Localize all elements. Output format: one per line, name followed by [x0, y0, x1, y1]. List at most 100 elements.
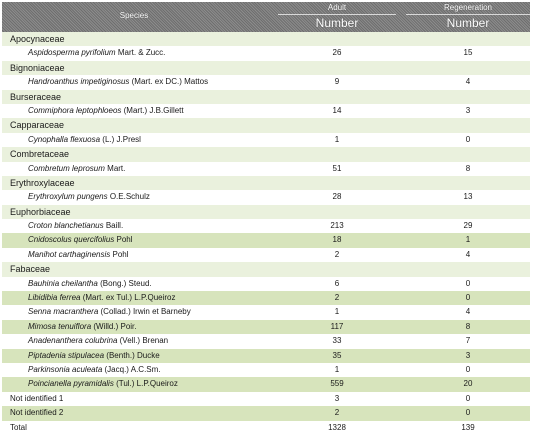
header-divider-adult [278, 14, 396, 15]
regeneration-count: 0 [465, 393, 471, 403]
table-row: Mimosa tenuiflora (Willd.) Poir. 117 8 [2, 319, 530, 335]
adult-count: 33 [332, 336, 342, 346]
species-name: Total [10, 422, 27, 432]
family-row: Combretaceae [2, 147, 530, 162]
table-row: Poincianella pyramidalis (Tul.) L.P.Quei… [2, 377, 530, 392]
author-name: O.E.Schulz [109, 192, 150, 202]
adult-count: 213 [330, 221, 344, 231]
scientific-name: Poincianella pyramidalis [28, 379, 114, 389]
family-name: Apocynaceae [10, 34, 65, 44]
species-name: Poincianella pyramidalis (Tul.) L.P.Quei… [28, 377, 178, 391]
regeneration-count: 0 [465, 134, 471, 144]
author-name: (L.) J.Presl [102, 134, 141, 144]
regeneration-count: 29 [463, 221, 473, 231]
regeneration-count: 13 [463, 192, 473, 202]
author-name: (Mart.) J.B.Gillett [123, 105, 184, 115]
adult-count: 2 [334, 249, 340, 259]
table-row: Senna macranthera (Collad.) Irwin et Bar… [2, 305, 530, 319]
adult-count: 117 [330, 321, 344, 331]
regeneration-count: 8 [465, 163, 471, 173]
adult-count: 35 [332, 350, 342, 360]
species-name: Piptadenia stipulacea (Benth.) Ducke [28, 349, 160, 363]
header-species: Species [119, 11, 149, 20]
regeneration-count: 0 [465, 293, 471, 303]
species-name: Parkinsonia aculeata (Jacq.) A.C.Sm. [28, 363, 161, 377]
family-row: Bignoniaceae [2, 60, 530, 76]
family-name: Burseraceae [10, 91, 62, 102]
author-name: (Mart. ex DC.) Mattos [131, 77, 209, 87]
family-row: Burseraceae [2, 89, 530, 104]
family-row: Erythroxylaceae [2, 175, 530, 191]
table-row: Not identified 2 2 0 [2, 406, 530, 421]
adult-count: 51 [332, 163, 342, 173]
adult-count: 2 [334, 293, 340, 303]
header-adult: Adult [327, 3, 347, 12]
table-row: Not identified 1 3 0 [2, 392, 530, 406]
table-body: Apocynaceae Aspidosperma pyrifolium Mart.… [2, 32, 530, 435]
table-row: Cnidoscolus quercifolius Pohl 18 1 [2, 233, 530, 248]
species-name: Not identified 2 [10, 408, 64, 418]
scientific-name: Anadenanthera colubrina [28, 336, 118, 346]
regeneration-count: 4 [465, 249, 471, 259]
species-name: Anadenanthera colubrina (Vell.) Brenan [28, 334, 168, 348]
adult-count: 14 [332, 105, 342, 115]
table-header: Species Adult Regeneration Number Number [2, 2, 530, 32]
adult-count: 6 [334, 278, 340, 288]
adult-count: 3 [334, 393, 340, 403]
family-name: Erythroxylaceae [10, 177, 75, 188]
scientific-name: Parkinsonia aculeata [28, 364, 103, 374]
regeneration-count: 20 [463, 379, 473, 389]
author-name: (Willd.) Poir. [93, 321, 137, 331]
family-row: Fabaceae [2, 262, 530, 277]
adult-count: 9 [334, 77, 340, 87]
regeneration-count: 3 [465, 350, 471, 360]
adult-count: 1 [334, 364, 340, 374]
scientific-name: Combretum leprosum [28, 163, 105, 173]
table-row: Total 1328 139 [2, 421, 530, 435]
regeneration-count: 3 [465, 105, 471, 115]
author-name: Baill. [105, 221, 124, 231]
species-name: Erythroxylum pungens O.E.Schulz [28, 190, 150, 204]
species-table: Species Adult Regeneration Number Number… [2, 2, 530, 435]
family-row: Euphorbiaceae [2, 204, 530, 220]
table-row: Libidibia ferrea (Mart. ex Tul.) L.P.Que… [2, 291, 530, 306]
species-name: Cnidoscolus quercifolius Pohl [28, 233, 133, 247]
regeneration-count: 0 [465, 278, 471, 288]
table-row: Erythroxylum pungens O.E.Schulz 28 13 [2, 190, 530, 204]
species-name: Aspidosperma pyrifolium Mart. & Zucc. [28, 46, 165, 60]
species-name: Libidibia ferrea (Mart. ex Tul.) L.P.Que… [28, 291, 176, 305]
family-name: Combretaceae [10, 149, 70, 160]
scientific-name: Croton blanchetianus [28, 221, 104, 231]
table-row: Bauhinia cheilantha (Bong.) Steud. 6 0 [2, 277, 530, 291]
author-name: (Benth.) Ducke [106, 350, 160, 360]
species-name: Not identified 1 [10, 393, 64, 403]
species-name: Bauhinia cheilantha (Bong.) Steud. [28, 277, 152, 291]
regeneration-count: 1 [465, 235, 471, 245]
regeneration-count: 8 [465, 321, 471, 331]
table-row: Piptadenia stipulacea (Benth.) Ducke 35 3 [2, 348, 530, 363]
species-name: Manihot carthaginensis Pohl [28, 248, 129, 262]
adult-count: 26 [332, 48, 342, 58]
scientific-name: Erythroxylum pungens [28, 192, 108, 202]
scientific-name: Mimosa tenuiflora [28, 321, 92, 331]
regeneration-count: 4 [465, 307, 471, 317]
table-row: Aspidosperma pyrifolium Mart. & Zucc. 26 1… [2, 46, 530, 60]
author-name: (Bong.) Steud. [100, 278, 152, 288]
species-name: Croton blanchetianus Baill. [28, 219, 123, 233]
species-name: Senna macranthera (Collad.) Irwin et Bar… [28, 305, 191, 319]
regeneration-count: 7 [465, 336, 471, 346]
regeneration-count: 15 [463, 48, 473, 58]
scientific-name: Manihot carthaginensis [28, 249, 111, 259]
species-name: Handroanthus impetiginosus (Mart. ex DC.… [28, 75, 208, 89]
family-name: Fabaceae [10, 264, 51, 275]
author-name: Pohl [116, 235, 133, 245]
author-name: (Tul.) L.P.Queiroz [116, 379, 178, 389]
species-name: Combretum leprosum Mart. [28, 162, 125, 176]
table-row: Commiphora leptophloeos (Mart.) J.B.Gill… [2, 104, 530, 118]
scientific-name: Piptadenia stipulacea [28, 350, 105, 360]
author-name: Mart. [107, 163, 126, 173]
family-name: Bignoniaceae [10, 62, 65, 73]
scientific-name: Libidibia ferrea [28, 293, 81, 303]
adult-count: 1328 [328, 422, 346, 432]
table-row: Handroanthus impetiginosus (Mart. ex DC.… [2, 75, 530, 89]
